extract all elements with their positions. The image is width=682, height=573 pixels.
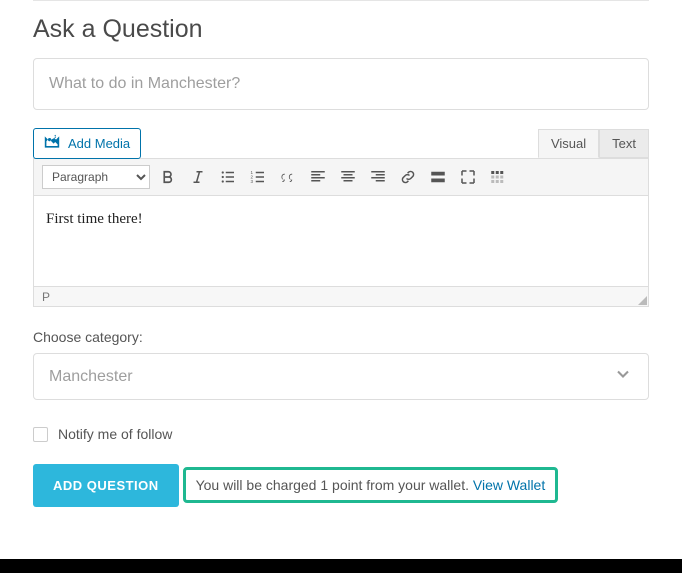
editor-mode-tabs: Visual Text [538,129,649,158]
blockquote-button[interactable] [276,165,300,189]
category-selected-value: Manchester [49,368,133,386]
footer-bar [0,559,682,573]
media-icon [44,134,60,153]
resize-handle-icon[interactable] [638,296,647,305]
category-label: Choose category: [33,329,649,345]
rich-text-editor: Paragraph 123 [33,158,649,307]
view-wallet-link[interactable]: View Wallet [473,477,545,493]
add-media-label: Add Media [68,136,130,151]
align-left-button[interactable] [306,165,330,189]
numbered-list-button[interactable]: 123 [246,165,270,189]
question-title-input[interactable] [33,58,649,110]
notify-label[interactable]: Notify me of follow [58,426,172,442]
toolbar-toggle-button[interactable] [486,165,510,189]
page-title: Ask a Question [33,15,649,44]
bullet-list-button[interactable] [216,165,240,189]
fullscreen-button[interactable] [456,165,480,189]
link-button[interactable] [396,165,420,189]
editor-content-area[interactable]: First time there! [34,196,648,286]
read-more-button[interactable] [426,165,450,189]
svg-text:3: 3 [251,179,254,184]
align-center-button[interactable] [336,165,360,189]
align-right-button[interactable] [366,165,390,189]
editor-toolbar: Paragraph 123 [34,159,648,196]
wallet-notice-text: You will be charged 1 point from your wa… [196,477,473,493]
bold-button[interactable] [156,165,180,189]
italic-button[interactable] [186,165,210,189]
editor-element-path: P [42,290,50,304]
add-question-button[interactable]: ADD QUESTION [33,464,179,507]
tab-text[interactable]: Text [599,129,649,158]
editor-status-bar: P [34,286,648,306]
notify-checkbox[interactable] [33,427,48,442]
tab-visual[interactable]: Visual [538,129,599,158]
wallet-charge-notice: You will be charged 1 point from your wa… [183,467,559,503]
add-media-button[interactable]: Add Media [33,128,141,159]
category-select[interactable]: Manchester [33,353,649,400]
chevron-down-icon [613,364,633,389]
format-select[interactable]: Paragraph [42,165,150,189]
